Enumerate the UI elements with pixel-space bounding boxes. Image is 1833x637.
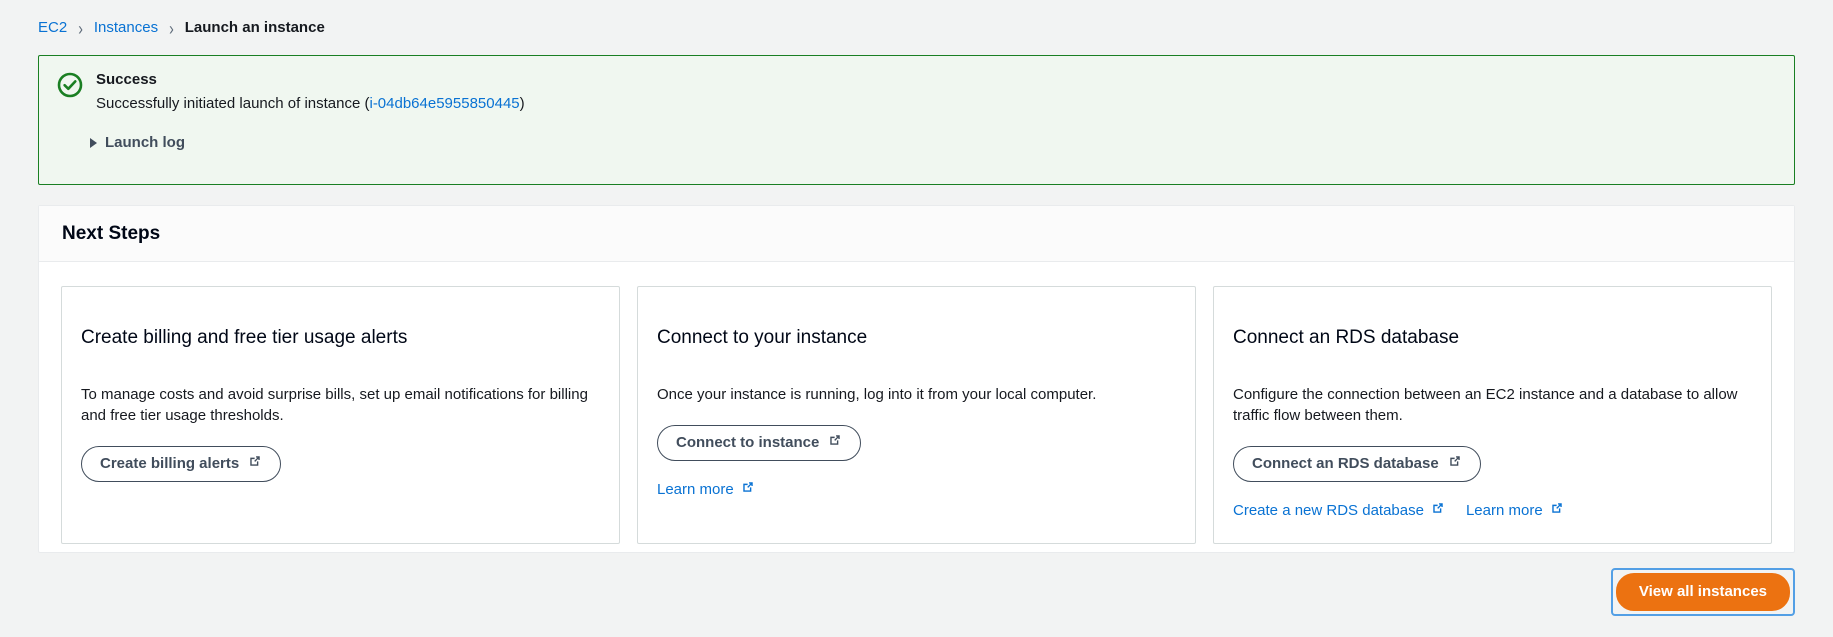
button-label: Create billing alerts bbox=[100, 455, 240, 472]
card-description: Once your instance is running, log into … bbox=[657, 386, 1097, 403]
success-alert: Success Successfully initiated launch of… bbox=[38, 55, 1795, 185]
success-check-icon bbox=[57, 72, 83, 114]
create-new-rds-database-link[interactable]: Create a new RDS database bbox=[1233, 501, 1445, 521]
breadcrumb: EC2 › Instances › Launch an instance bbox=[38, 17, 325, 39]
button-label: Connect an RDS database bbox=[1252, 455, 1439, 472]
connect-to-instance-button[interactable]: Connect to instance bbox=[657, 425, 862, 461]
link-label: Learn more bbox=[657, 481, 734, 498]
external-link-icon bbox=[828, 433, 842, 453]
learn-more-link[interactable]: Learn more bbox=[1466, 501, 1564, 521]
alert-message-prefix: Successfully initiated launch of instanc… bbox=[96, 95, 370, 112]
card-title: Connect an RDS database bbox=[1233, 327, 1460, 348]
create-billing-alerts-button[interactable]: Create billing alerts bbox=[81, 446, 282, 482]
link-label: Create a new RDS database bbox=[1233, 502, 1424, 519]
learn-more-link[interactable]: Learn more bbox=[657, 480, 755, 500]
footer-actions: View all instances bbox=[1610, 568, 1795, 616]
external-link-icon bbox=[1431, 501, 1445, 521]
next-steps-cards: Create billing and free tier usage alert… bbox=[39, 262, 1794, 568]
external-link-icon bbox=[741, 480, 755, 500]
button-label: Connect to instance bbox=[676, 434, 820, 451]
card-title: Connect to your instance bbox=[657, 327, 868, 348]
card-connect-instance: Connect to your instance Once your insta… bbox=[637, 286, 1196, 544]
breadcrumb-item-ec2[interactable]: EC2 bbox=[38, 18, 67, 38]
launch-instance-success-page: EC2 › Instances › Launch an instance Suc… bbox=[0, 0, 1833, 637]
external-link-icon bbox=[248, 454, 262, 474]
page-title: Next Steps bbox=[62, 222, 161, 244]
card-description: Configure the connection between an EC2 … bbox=[1233, 386, 1738, 424]
card-links: Create a new RDS database Learn more bbox=[1233, 501, 1752, 521]
external-link-icon bbox=[1550, 501, 1564, 521]
focus-ring: View all instances bbox=[1610, 568, 1795, 616]
card-description: To manage costs and avoid surprise bills… bbox=[81, 386, 588, 424]
next-steps-header: Next Steps bbox=[39, 206, 1794, 262]
alert-title: Success bbox=[96, 71, 157, 88]
caret-right-icon bbox=[90, 137, 97, 148]
launch-log-label: Launch log bbox=[105, 134, 185, 151]
alert-message-suffix: ) bbox=[519, 95, 525, 112]
card-connect-rds: Connect an RDS database Configure the co… bbox=[1213, 286, 1772, 544]
card-title: Create billing and free tier usage alert… bbox=[81, 327, 408, 348]
breadcrumb-item-instances[interactable]: Instances bbox=[94, 18, 158, 38]
next-steps-panel: Next Steps Create billing and free tier … bbox=[38, 205, 1795, 553]
card-links: Learn more bbox=[657, 480, 1176, 500]
external-link-icon bbox=[1448, 454, 1462, 474]
link-label: Learn more bbox=[1465, 502, 1543, 519]
breadcrumb-separator: › bbox=[78, 17, 83, 39]
alert-message: Successfully initiated launch of instanc… bbox=[96, 93, 1776, 114]
breadcrumb-item-current: Launch an instance bbox=[184, 19, 325, 36]
instance-id-link[interactable]: i-04db64e5955850445 bbox=[369, 95, 519, 112]
card-billing-alerts: Create billing and free tier usage alert… bbox=[61, 286, 620, 544]
connect-rds-database-button[interactable]: Connect an RDS database bbox=[1233, 446, 1481, 482]
launch-log-expander[interactable]: Launch log bbox=[90, 134, 185, 151]
breadcrumb-separator: › bbox=[169, 17, 174, 39]
view-all-instances-button[interactable]: View all instances bbox=[1615, 573, 1790, 611]
